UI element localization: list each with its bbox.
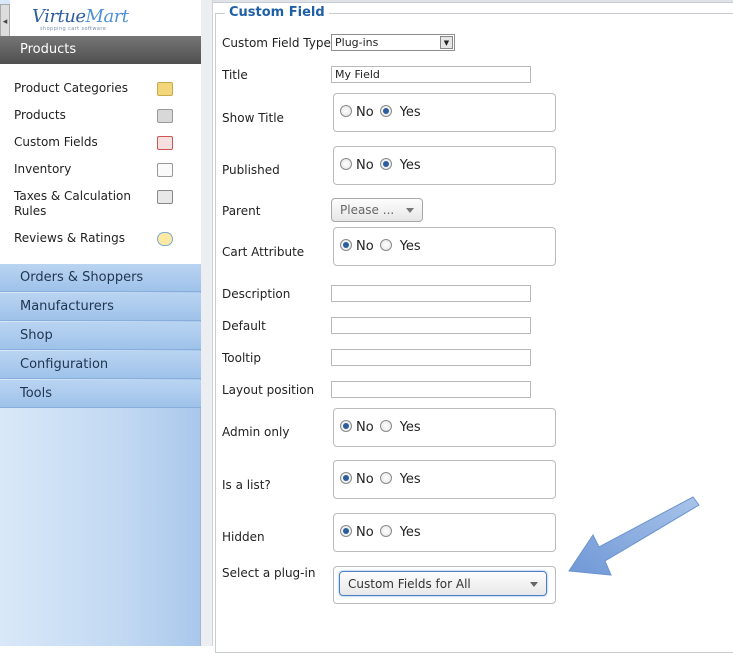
published-radio-group: No Yes <box>333 146 556 185</box>
custom-field-type-select[interactable]: Plug-ins ▼ <box>331 34 455 51</box>
products-submenu: Product Categories Products Custom Field… <box>0 64 201 264</box>
select-plugin-value: Custom Fields for All <box>348 577 471 591</box>
top-toolbar-edge <box>213 0 733 3</box>
sidebar-item-label: Custom Fields <box>14 135 98 149</box>
hidden-radio-group: No Yes <box>333 513 556 552</box>
show-title-yes-radio[interactable] <box>379 105 392 117</box>
published-no-radio[interactable] <box>340 158 352 170</box>
custom-field-type-value: Plug-ins <box>335 36 379 49</box>
published-yes-radio[interactable] <box>379 158 392 170</box>
sidebar: VirtueMart shopping cart software ◂ Prod… <box>0 0 201 646</box>
chart-icon <box>157 163 173 177</box>
parent-select-value: Please ... <box>340 203 395 217</box>
chevron-down-icon: ▼ <box>440 36 453 49</box>
radio-label: Yes <box>399 525 421 540</box>
is-list-no-radio[interactable] <box>340 472 352 484</box>
sidebar-item-label: Inventory <box>14 162 72 176</box>
nav-tools[interactable]: Tools <box>0 380 201 408</box>
folder-icon <box>157 82 173 96</box>
parent-select[interactable]: Please ... <box>331 198 423 222</box>
layout-position-input[interactable] <box>331 381 531 398</box>
nav-manufacturers[interactable]: Manufacturers <box>0 293 201 321</box>
radio-label: No <box>356 472 374 487</box>
radio-label: Yes <box>399 105 421 120</box>
hidden-yes-radio[interactable] <box>379 525 392 537</box>
radio-label: Yes <box>399 472 421 487</box>
admin-only-label: Admin only <box>222 425 290 439</box>
is-list-label: Is a list? <box>222 478 271 492</box>
description-input[interactable] <box>331 285 531 302</box>
admin-only-no-radio[interactable] <box>340 420 352 432</box>
hidden-label: Hidden <box>222 530 265 544</box>
logo-tagline: shopping cart software <box>40 26 107 32</box>
custom-fields-icon <box>157 136 173 150</box>
cart-attribute-no-radio[interactable] <box>340 239 352 251</box>
title-label: Title <box>222 68 248 82</box>
nav-orders-shoppers[interactable]: Orders & Shoppers <box>0 264 201 292</box>
radio-label: No <box>356 105 374 120</box>
description-label: Description <box>222 287 291 301</box>
collapse-sidebar-icon[interactable]: ◂ <box>0 4 10 40</box>
sidebar-section-products[interactable]: Products <box>0 36 201 64</box>
select-plugin-label: Select a plug-in <box>222 566 316 580</box>
radio-label: Yes <box>399 420 421 435</box>
show-title-no-radio[interactable] <box>340 105 352 117</box>
speech-bubble-icon <box>157 232 173 246</box>
sidebar-item-taxes-calculation-rules[interactable]: Taxes & Calculation Rules <box>14 189 144 219</box>
cart-attribute-yes-radio[interactable] <box>379 239 392 251</box>
fieldset-legend: Custom Field <box>225 5 329 20</box>
custom-field-type-label: Custom Field Type: <box>222 36 335 50</box>
virtuemart-logo: VirtueMart <box>32 6 129 27</box>
tooltip-label: Tooltip <box>222 351 261 365</box>
divider-strip <box>201 0 213 646</box>
nav-shop[interactable]: Shop <box>0 322 201 350</box>
annotation-arrow-icon <box>568 496 700 576</box>
admin-only-radio-group: No Yes <box>333 408 556 447</box>
select-plugin-dropdown[interactable]: Custom Fields for All <box>339 571 547 596</box>
radio-label: No <box>356 525 374 540</box>
sidebar-item-label: Products <box>14 108 66 122</box>
title-input[interactable]: My Field <box>331 66 531 83</box>
default-label: Default <box>222 319 266 333</box>
radio-label: Yes <box>399 239 421 254</box>
logo-area: VirtueMart shopping cart software <box>10 0 201 36</box>
nav-configuration[interactable]: Configuration <box>0 351 201 379</box>
tooltip-input[interactable] <box>331 349 531 366</box>
default-input[interactable] <box>331 317 531 334</box>
camera-icon <box>157 109 173 123</box>
chevron-down-icon <box>406 208 414 213</box>
sidebar-item-label: Taxes & Calculation Rules <box>14 189 131 218</box>
radio-label: No <box>356 420 374 435</box>
calculator-icon <box>157 190 173 204</box>
radio-label: No <box>356 239 374 254</box>
cart-attribute-label: Cart Attribute <box>222 245 305 259</box>
radio-label: No <box>356 158 374 173</box>
published-label: Published <box>222 163 280 177</box>
hidden-no-radio[interactable] <box>340 525 352 537</box>
show-title-label: Show Title <box>222 111 284 125</box>
sidebar-item-label: Reviews & Ratings <box>14 231 125 245</box>
sidebar-item-label: Product Categories <box>14 81 129 95</box>
admin-only-yes-radio[interactable] <box>379 420 392 432</box>
parent-label: Parent <box>222 204 261 218</box>
is-list-radio-group: No Yes <box>333 460 556 499</box>
cart-attribute-radio-group: No Yes <box>333 227 556 266</box>
show-title-radio-group: No Yes <box>333 93 556 132</box>
is-list-yes-radio[interactable] <box>379 472 392 484</box>
chevron-down-icon <box>530 582 538 587</box>
radio-label: Yes <box>399 158 421 173</box>
layout-position-label: Layout position <box>222 383 315 397</box>
